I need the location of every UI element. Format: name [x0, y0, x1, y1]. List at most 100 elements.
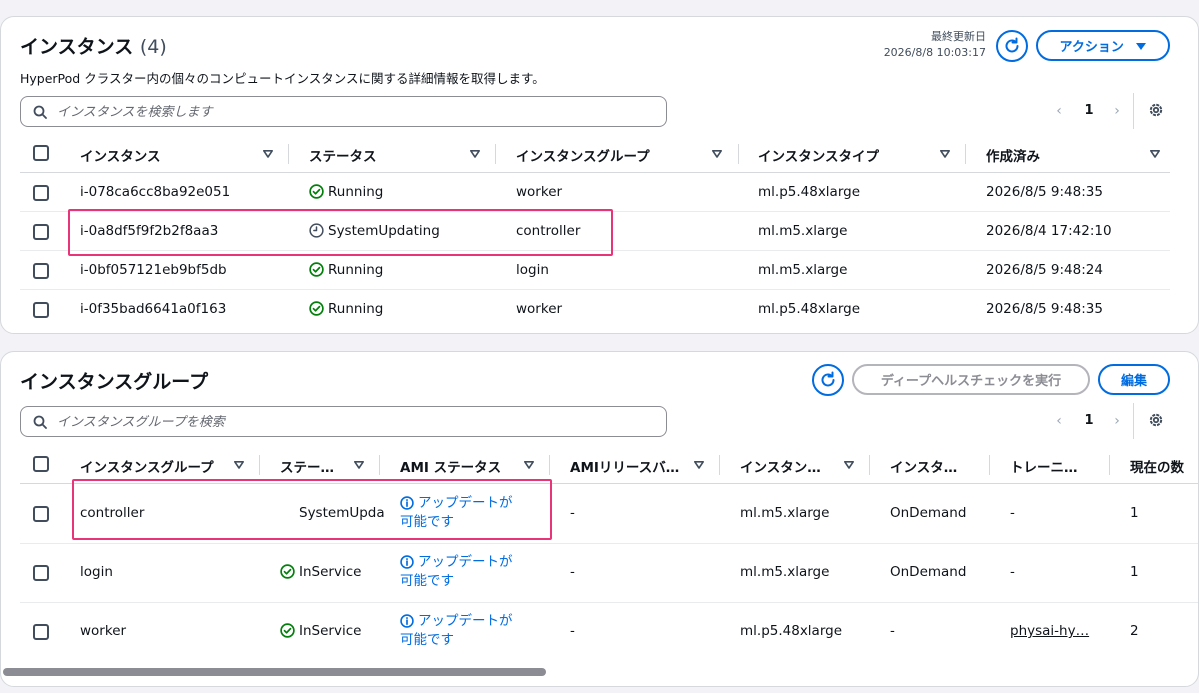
column-separator[interactable]	[549, 455, 550, 475]
sort-caret-icon[interactable]	[234, 461, 244, 469]
sort-caret-icon[interactable]	[712, 150, 722, 158]
col-header-instance[interactable]: インスタンス	[80, 145, 160, 165]
instance-type: ml.m5.xlarge	[758, 223, 848, 239]
search-icon	[33, 105, 47, 119]
purchase-option: OnDemand	[890, 505, 967, 521]
column-separator[interactable]	[379, 455, 380, 475]
row-checkbox[interactable]	[33, 624, 49, 640]
caret-down-icon	[1136, 43, 1147, 50]
column-separator[interactable]	[288, 144, 289, 164]
training-plan: -	[1010, 564, 1015, 580]
col-header-instance-type[interactable]: インスタン…	[740, 456, 821, 476]
group-status: InService	[280, 564, 361, 580]
edit-button[interactable]: 編集	[1098, 364, 1170, 395]
row-checkbox[interactable]	[33, 506, 49, 522]
instance-id[interactable]: i-0f35bad6641a0f163	[80, 301, 226, 317]
column-separator[interactable]	[259, 455, 260, 475]
row-divider	[20, 289, 1170, 290]
prev-page-icon[interactable]: ‹	[1051, 413, 1067, 431]
row-checkbox[interactable]	[33, 263, 49, 279]
col-header-ami-release[interactable]: AMIリリースバ…	[570, 456, 679, 476]
prev-page-icon[interactable]: ‹	[1051, 103, 1067, 121]
ami-status-link[interactable]: アップデートが 可能です	[400, 553, 513, 591]
column-separator[interactable]	[869, 455, 870, 475]
row-checkbox[interactable]	[33, 302, 49, 318]
gear-icon[interactable]	[1147, 101, 1165, 119]
sort-caret-icon[interactable]	[694, 461, 704, 469]
row-checkbox[interactable]	[33, 224, 49, 240]
created-at: 2026/8/4 17:42:10	[986, 223, 1112, 239]
sort-caret-icon[interactable]	[844, 461, 854, 469]
purchase-option: -	[890, 623, 895, 639]
instances-panel: インスタンス (4) HyperPod クラスター内の個々のコンピュートインスタ…	[0, 16, 1199, 334]
instance-type: ml.m5.xlarge	[758, 262, 848, 278]
header-divider	[20, 483, 1198, 484]
search-icon	[33, 415, 47, 429]
instances-search-input[interactable]	[57, 101, 657, 123]
info-icon	[400, 614, 414, 628]
col-header-instance-type[interactable]: インスタンスタイプ	[758, 145, 879, 165]
training-plan: -	[1010, 505, 1015, 521]
gear-icon[interactable]	[1147, 411, 1165, 429]
col-header-instance-group[interactable]: インスタンスグループ	[80, 456, 214, 476]
col-header-status[interactable]: ステー…	[280, 456, 334, 476]
instance-type: ml.p5.48xlarge	[740, 623, 843, 639]
instance-id[interactable]: i-078ca6cc8ba92e051	[80, 184, 230, 200]
row-divider	[20, 250, 1170, 251]
col-header-ami-status[interactable]: AMI ステータス	[400, 456, 501, 476]
purchase-option: OnDemand	[890, 564, 967, 580]
column-separator[interactable]	[965, 144, 966, 164]
groups-refresh-button[interactable]	[812, 364, 844, 396]
select-all-checkbox[interactable]	[33, 456, 49, 472]
column-separator[interactable]	[1109, 455, 1110, 475]
actions-dropdown-button[interactable]: アクション	[1036, 30, 1170, 61]
ami-release: -	[570, 564, 575, 580]
instance-groups-title: インスタンスグループ	[20, 371, 209, 393]
instance-id[interactable]: i-0a8df5f9f2b2f8aa3	[80, 223, 218, 239]
instance-id[interactable]: i-0bf057121eb9bf5db	[80, 262, 227, 278]
next-page-icon[interactable]: ›	[1109, 413, 1125, 431]
sort-caret-icon[interactable]	[1150, 150, 1160, 158]
instances-refresh-button[interactable]	[996, 30, 1028, 62]
success-check-icon	[309, 262, 324, 277]
sort-caret-icon[interactable]	[470, 150, 480, 158]
row-checkbox[interactable]	[33, 565, 49, 581]
column-separator[interactable]	[719, 455, 720, 475]
column-separator[interactable]	[738, 144, 739, 164]
row-divider	[20, 543, 1198, 544]
divider	[1133, 93, 1134, 129]
ami-release: -	[570, 505, 575, 521]
horizontal-scrollbar[interactable]	[3, 668, 546, 676]
current-page[interactable]: 1	[1079, 413, 1099, 428]
status-badge: Running	[309, 262, 383, 278]
info-icon	[400, 496, 414, 510]
sort-caret-icon[interactable]	[940, 150, 950, 158]
groups-search-input[interactable]	[57, 411, 657, 433]
instance-groups-panel: インスタンスグループ ディープヘルスチェックを実行 編集 ‹ 1 › インスタン…	[0, 351, 1199, 687]
ami-status-link[interactable]: アップデートが 可能です	[400, 612, 513, 650]
sort-caret-icon[interactable]	[263, 150, 273, 158]
col-header-training-plan[interactable]: トレーニ…	[1010, 456, 1078, 476]
ami-release: -	[570, 623, 575, 639]
column-separator[interactable]	[495, 144, 496, 164]
col-header-purchase-option[interactable]: インスタ…	[890, 456, 957, 476]
instances-pagination: ‹ 1 ›	[1051, 101, 1131, 125]
sort-caret-icon[interactable]	[524, 461, 534, 469]
col-header-current-count[interactable]: 現在の数	[1130, 456, 1184, 476]
instance-type: ml.p5.48xlarge	[758, 184, 861, 200]
current-page[interactable]: 1	[1079, 103, 1099, 118]
col-header-instance-group[interactable]: インスタンスグループ	[516, 145, 650, 165]
col-header-created[interactable]: 作成済み	[986, 145, 1040, 165]
sort-caret-icon[interactable]	[354, 461, 364, 469]
last-updated-value: 2026/8/8 10:03:17	[883, 46, 986, 59]
column-separator[interactable]	[989, 455, 990, 475]
training-plan-link[interactable]: physai-hy…	[1010, 623, 1089, 639]
next-page-icon[interactable]: ›	[1109, 103, 1125, 121]
col-header-status[interactable]: ステータス	[309, 145, 377, 165]
ami-status-link[interactable]: アップデートが 可能です	[400, 494, 513, 532]
instance-group: worker	[516, 184, 563, 200]
current-count: 2	[1130, 623, 1139, 639]
row-checkbox[interactable]	[33, 185, 49, 201]
deep-health-check-button[interactable]: ディープヘルスチェックを実行	[852, 364, 1090, 395]
select-all-checkbox[interactable]	[33, 145, 49, 161]
